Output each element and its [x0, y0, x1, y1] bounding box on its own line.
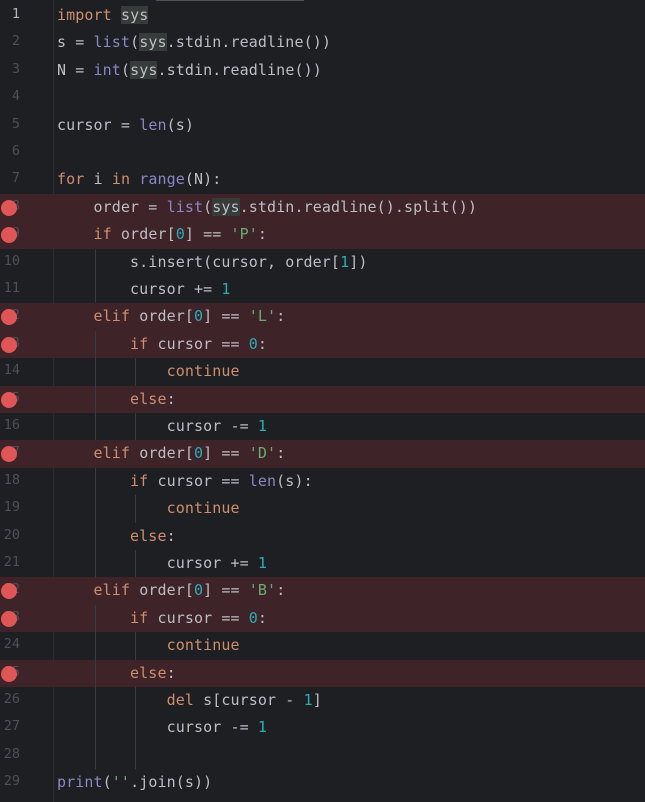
- line-number[interactable]: 19: [0, 499, 20, 515]
- code-line[interactable]: 18 if cursor == len(s):: [0, 468, 645, 495]
- code-line[interactable]: 13 if cursor == 0:: [0, 330, 645, 359]
- code-line[interactable]: 29 print(''.join(s)): [0, 769, 645, 796]
- line-number[interactable]: 27: [0, 718, 20, 734]
- breakpoint-icon[interactable]: [1, 336, 17, 353]
- code-text: else:: [130, 389, 176, 408]
- code-line[interactable]: 14 continue: [0, 358, 645, 385]
- line-number[interactable]: 26: [0, 691, 20, 707]
- code-text: elif order[0] == 'B':: [93, 581, 286, 600]
- code-line[interactable]: 20 else:: [0, 523, 645, 550]
- code-line[interactable]: 3 N = int(sys.stdin.readline()): [0, 57, 645, 84]
- indent-guide: [95, 330, 96, 441]
- code-text: continue: [166, 499, 240, 518]
- code-text: del s[cursor - 1]: [166, 691, 322, 709]
- code-text: continue: [166, 636, 240, 655]
- line-number[interactable]: 20: [0, 527, 20, 543]
- code-line[interactable]: 27 cursor -= 1: [0, 714, 645, 741]
- code-line[interactable]: 26 del s[cursor - 1]: [0, 687, 645, 714]
- code-line[interactable]: 17 elif order[0] == 'D':: [0, 440, 645, 468]
- indent-guide: [135, 358, 136, 386]
- line-number[interactable]: 6: [0, 143, 20, 159]
- indent-guide: [135, 413, 136, 441]
- line-number[interactable]: 28: [0, 746, 20, 762]
- code-text: if order[0] == 'P':: [93, 225, 268, 244]
- line-number[interactable]: 16: [0, 417, 20, 433]
- code-line[interactable]: 24 continue: [0, 632, 645, 659]
- indent-guide: [135, 550, 136, 578]
- code-line[interactable]: 15 else:: [0, 385, 645, 413]
- line-number[interactable]: 21: [0, 554, 20, 570]
- indent-guide: [135, 632, 136, 660]
- code-text: elif order[0] == 'D':: [93, 444, 286, 463]
- code-line[interactable]: 10 s.insert(cursor, order[1]): [0, 249, 645, 276]
- indent-guide: [95, 467, 96, 578]
- code-line[interactable]: 6: [0, 139, 645, 166]
- code-line[interactable]: 12 elif order[0] == 'L':: [0, 303, 645, 331]
- code-text: for i in range(N):: [57, 170, 222, 189]
- code-text: import sys: [57, 6, 149, 24]
- code-line[interactable]: 9 if order[0] == 'P':: [0, 221, 645, 249]
- code-text: s.insert(cursor, order[1]): [57, 252, 368, 271]
- code-text: cursor -= 1: [57, 417, 268, 435]
- code-line[interactable]: 28: [0, 742, 645, 769]
- code-line[interactable]: 8 order = list(sys.stdin.readline().spli…: [0, 193, 645, 222]
- line-number[interactable]: 7: [0, 170, 20, 186]
- code-text: s = list(sys.stdin.readline()): [57, 33, 331, 52]
- line-number[interactable]: 18: [0, 472, 20, 488]
- code-line[interactable]: 5 cursor = len(s): [0, 112, 645, 139]
- line-number[interactable]: 5: [0, 116, 20, 132]
- indent-guide: [95, 248, 96, 304]
- code-line[interactable]: 4: [0, 84, 645, 111]
- line-number[interactable]: 2: [0, 33, 20, 49]
- scroll-indicator: [156, 0, 304, 1]
- code-text: order = list(sys.stdin.readline().split(…: [57, 197, 478, 216]
- breakpoint-icon[interactable]: [1, 665, 17, 682]
- indent-guide: [135, 687, 136, 770]
- code-text: if cursor == 0:: [130, 608, 268, 627]
- code-text: print(''.join(s)): [57, 773, 213, 792]
- breakpoint-icon[interactable]: [1, 391, 17, 408]
- indent-guide: [135, 495, 136, 523]
- line-number[interactable]: 10: [0, 253, 20, 269]
- code-line[interactable]: 23 if cursor == 0:: [0, 604, 645, 633]
- line-number[interactable]: 29: [0, 773, 20, 789]
- code-line[interactable]: 1 import sys: [0, 2, 645, 29]
- line-number[interactable]: 14: [0, 362, 20, 378]
- line-number[interactable]: 24: [0, 636, 20, 652]
- breakpoint-icon[interactable]: [1, 610, 17, 627]
- code-text: if cursor == 0:: [130, 334, 268, 353]
- code-line[interactable]: 19 continue: [0, 495, 645, 522]
- breakpoint-icon[interactable]: [1, 199, 17, 216]
- code-line[interactable]: 22 elif order[0] == 'B':: [0, 577, 645, 605]
- line-number[interactable]: 11: [0, 280, 20, 296]
- line-number[interactable]: 3: [0, 61, 20, 77]
- code-text: elif order[0] == 'L':: [93, 307, 286, 326]
- line-number[interactable]: 4: [0, 88, 20, 104]
- code-line[interactable]: 11 cursor += 1: [0, 276, 645, 303]
- code-line[interactable]: 7 for i in range(N):: [0, 166, 645, 193]
- code-text: else:: [130, 663, 176, 682]
- code-line[interactable]: 21 cursor += 1: [0, 550, 645, 577]
- code-line[interactable]: 16 cursor -= 1: [0, 413, 645, 440]
- code-text: cursor += 1: [57, 554, 268, 572]
- code-editor[interactable]: 1 import sys 2 s = list(sys.stdin.readline(…: [0, 0, 645, 802]
- code-text: cursor = len(s): [57, 115, 194, 134]
- code-text: else:: [130, 526, 176, 545]
- line-number[interactable]: 1: [0, 6, 20, 22]
- code-line[interactable]: 2 s = list(sys.stdin.readline()): [0, 29, 645, 56]
- code-text: N = int(sys.stdin.readline()): [57, 60, 322, 79]
- code-text: cursor += 1: [57, 280, 231, 298]
- code-text: continue: [166, 362, 240, 381]
- code-text: cursor -= 1: [57, 718, 268, 737]
- indent-guide: [95, 604, 96, 770]
- code-line[interactable]: 25 else:: [0, 659, 645, 687]
